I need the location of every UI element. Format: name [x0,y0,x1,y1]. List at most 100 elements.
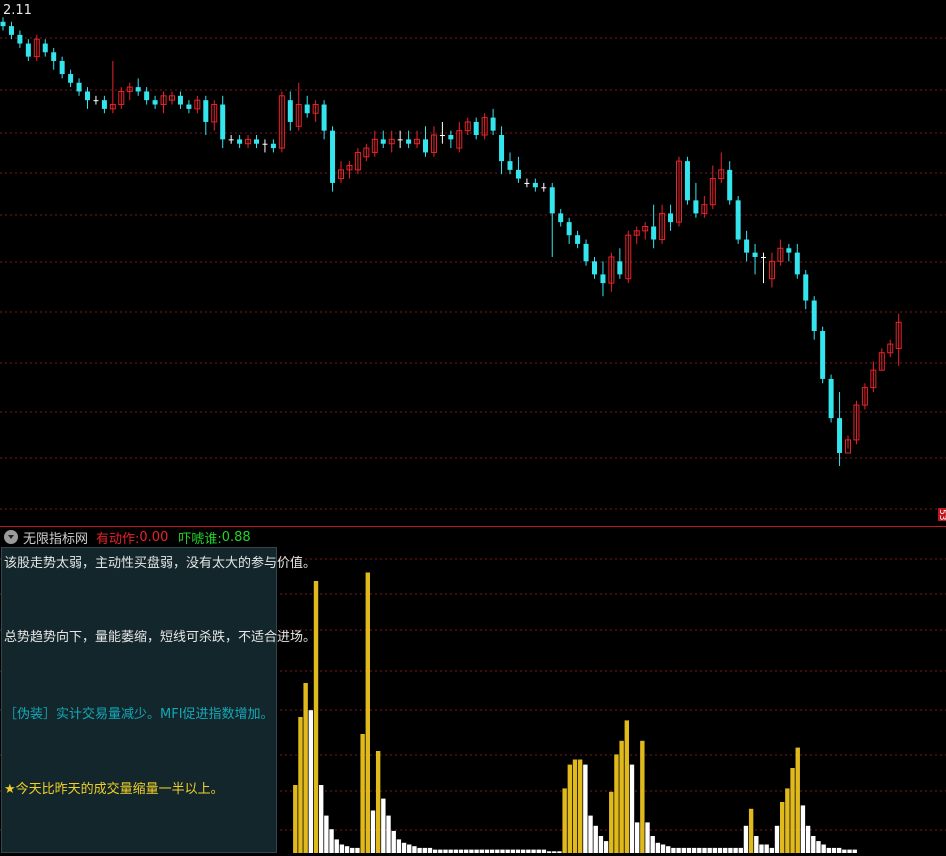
candle [895,313,902,366]
candle [575,230,581,249]
analysis-note-trend: 总势趋势向下，量能萎缩，短线可杀跌，不适合进场。 [4,630,317,645]
volume-bar [805,825,811,853]
candle-body [820,331,826,379]
candle [186,100,192,114]
candle [330,126,336,192]
candle-body [803,274,809,301]
candle-body [304,104,310,114]
candle-body [397,139,403,141]
candle [744,230,750,262]
candle-body [270,143,276,149]
volume-bar [479,849,484,853]
candle [558,209,564,227]
candle-body [330,130,336,183]
candle [473,117,479,140]
candle [194,95,201,114]
candle-body [17,34,23,44]
candle [152,95,158,109]
volume-bar [660,844,666,853]
candle [211,100,218,131]
candle [0,17,6,31]
candle [633,226,640,244]
candle-body [203,100,209,122]
candle [423,126,428,157]
candle-body [0,21,6,27]
candle [541,182,547,192]
candle [25,39,31,61]
volume-bar [790,768,795,853]
volume-bar [738,847,743,853]
candle-body [8,26,14,35]
volume-bar [505,849,510,853]
candle-body [507,161,513,170]
candle-body [177,95,183,105]
candle-body [549,187,555,214]
candle [676,156,682,227]
volume-bar [712,847,718,853]
candle [820,326,826,384]
candle [203,95,209,136]
volume-bar [717,847,723,853]
candle-body [423,139,428,153]
volume-bar [666,846,671,853]
volume-bar [360,734,365,853]
volume-bar [298,717,303,853]
candle-body [42,43,48,53]
candle [338,161,344,183]
candle [254,135,259,149]
volume-bar [324,815,329,853]
volume-bar [489,849,495,853]
candle [642,222,649,240]
volume-bar [634,822,640,853]
candle [126,82,133,101]
volume-bar [350,847,355,853]
candle [278,91,285,153]
candle-body [524,182,530,184]
volume-bar [671,847,676,853]
candle [761,252,766,284]
candle [524,178,530,188]
candle-body [473,121,479,136]
analysis-info-panel [1,547,277,853]
volume-bar [515,849,521,853]
volume-bar [365,572,370,853]
candle-body [837,418,843,453]
volume-bar [422,847,427,853]
candle [144,87,150,105]
candle-body [693,200,699,214]
volume-bar [707,847,712,853]
candle-body [93,100,99,102]
candle-body [59,60,65,75]
candle-body [68,74,74,83]
candle-body [515,169,521,179]
collapse-icon[interactable] [4,530,18,544]
candle [68,69,74,88]
volume-bar [640,740,645,853]
volume-bar [681,847,686,853]
candle [42,39,48,57]
candle [878,348,885,371]
candle [583,239,589,266]
candle-body [761,256,766,258]
volume-bar [567,764,573,853]
candle [346,161,353,179]
volume-bar [748,808,754,853]
volume-bar [645,822,650,853]
volume-bar [546,851,552,853]
candle [481,113,488,140]
candle [388,130,395,153]
candle [262,139,268,153]
indicator-name[interactable]: 无限指标网 [23,528,88,547]
candle [625,230,632,284]
candlestick-chart[interactable] [0,0,946,527]
candle [532,178,538,192]
candle-body [439,135,445,137]
volume-bar [510,849,516,853]
candle [499,126,505,175]
volume-bar [697,847,702,853]
volume-bar [412,846,417,853]
axis-tag: 53 [937,508,946,522]
candle [237,135,243,149]
candle-body [25,43,31,57]
volume-bar [676,847,681,853]
